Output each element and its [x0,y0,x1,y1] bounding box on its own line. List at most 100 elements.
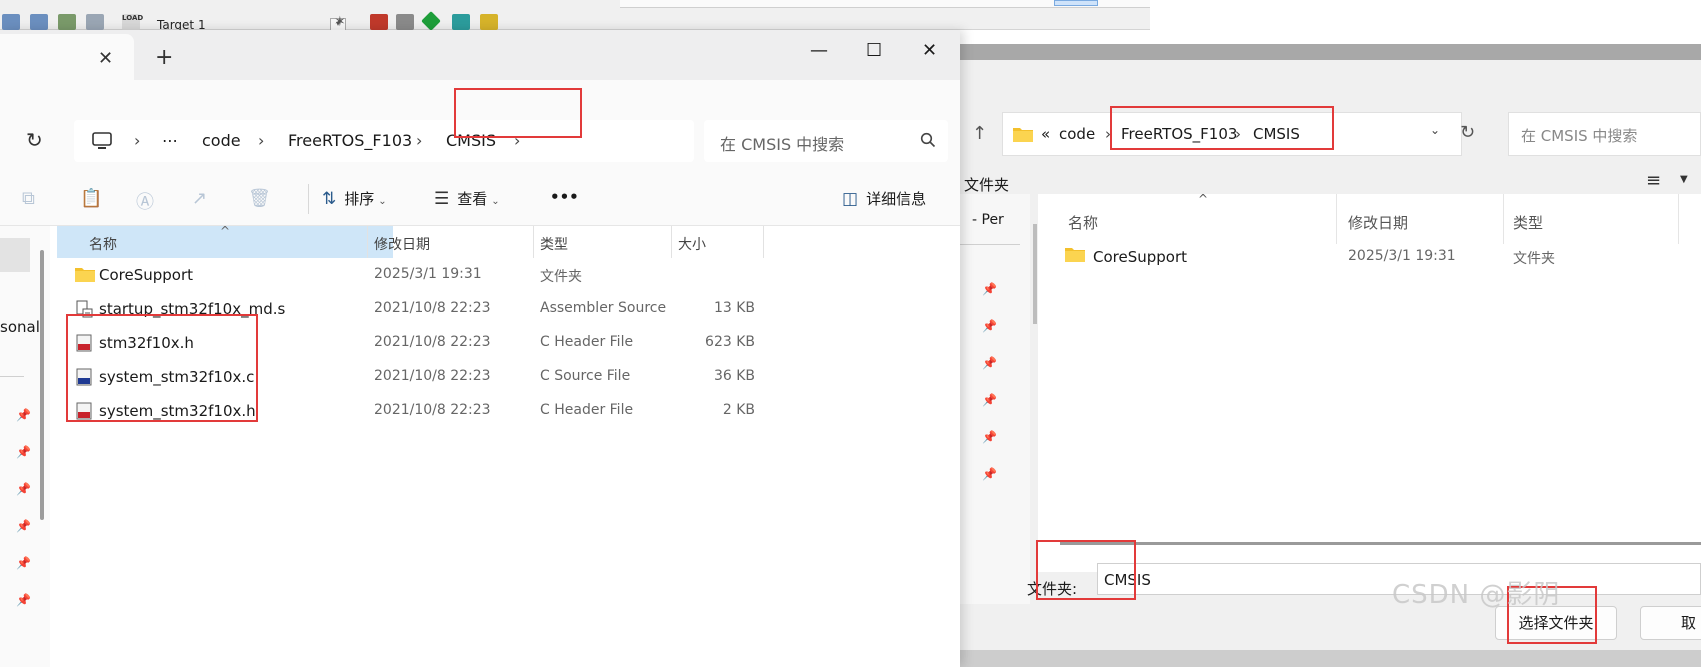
divider [763,226,764,258]
details-pane-button[interactable]: ◫ 详细信息 [842,188,926,209]
column-header-name[interactable]: 名称 [1068,212,1098,233]
pin-icon: 📌 [16,408,31,422]
view-label: 查看 [457,190,488,208]
sort-up-icon: ^ [1198,192,1209,206]
explorer-file-list: 名称 ^ ⌄ 修改日期 类型 大小 CoreSupport 2025/3/1 1… [57,224,960,667]
minimize-icon[interactable]: — [810,40,828,61]
crumb-freertos[interactable]: FreeRTOS_F103 [288,131,412,150]
chevron-down-icon[interactable]: ▼ [1680,174,1688,185]
dialog-crumb-code[interactable]: code [1059,125,1095,143]
divider [533,226,534,258]
annotation-box-folder-input [1036,540,1136,600]
file-size: 623 KB [705,334,755,350]
wand-icon[interactable]: ✶ [334,14,352,30]
toolbar-icon[interactable] [480,14,498,30]
search-icon[interactable] [920,132,936,148]
file-type: C Source File [540,368,631,384]
paste-icon[interactable]: 📋 [80,188,102,209]
file-row[interactable]: CoreSupport 2025/3/1 19:31 文件夹 [57,258,821,292]
close-tab-icon[interactable]: ✕ [98,48,113,69]
layers-icon[interactable] [58,14,76,30]
divider [1503,194,1504,244]
chevron-right-icon: › [416,131,423,150]
dialog-nav-pane: - Per 📌 📌 📌 📌 📌 📌 [960,194,1030,604]
explorer-address-bar[interactable]: › ⋯ code › FreeRTOS_F103 › CMSIS › [74,120,694,162]
file-list-header: 名称 ^ ⌄ 修改日期 类型 大小 [57,224,821,258]
diamond-icon[interactable] [421,11,441,31]
more-options-button[interactable]: ••• [550,188,579,206]
dialog-titlebar [960,44,1701,60]
view-button[interactable]: ☰ 查看 ⌄ [434,188,500,209]
toolbar-icon[interactable] [30,14,48,30]
csdn-watermark: CSDN @影阴 [1392,580,1561,610]
pin-icon: 📌 [16,556,31,570]
crumb-code[interactable]: code [202,131,241,150]
load-icon[interactable]: LOAD [122,14,143,30]
explorer-titlebar: ✕ + — ☐ ✕ [0,30,960,80]
pin-icon: 📌 [982,467,997,481]
copy-icon[interactable]: ⧉ [22,188,35,209]
column-header-modified[interactable]: 修改日期 [374,234,430,254]
keil-toolbar: LOAD Target 1 ▾ ✶ [0,0,1150,32]
toolbar-icon[interactable] [86,14,104,30]
nav-item-label[interactable]: sonal [0,318,40,336]
list-item-type: 文件夹 [1513,251,1555,267]
horizontal-scrollbar[interactable] [1060,542,1701,545]
crumb-more[interactable]: ⋯ [162,131,178,150]
cancel-button[interactable]: 取消 [1640,606,1701,640]
annotation-box-dialog-path [1110,106,1334,150]
refresh-icon[interactable]: ↻ [26,128,43,152]
path-prefix[interactable]: « [1041,125,1050,143]
toolbar-icon[interactable] [370,14,388,30]
dialog-search-input[interactable]: 在 CMSIS 中搜索 [1508,112,1701,156]
sort-up-icon: ^ [220,224,231,238]
view-icon: ☰ [434,189,450,209]
refresh-icon[interactable]: ↻ [1460,122,1475,143]
chevron-down-icon[interactable]: ⌄ [1430,123,1440,137]
pin-icon: 📌 [16,445,31,459]
explorer-search-input[interactable]: 在 CMSIS 中搜索 [704,120,948,162]
chevron-down-icon: ⌄ [491,196,500,207]
share-icon[interactable]: ↗ [192,188,207,209]
column-header-name[interactable]: 名称 [89,234,117,254]
dialog-nav-item[interactable]: - Per [972,212,1004,228]
new-folder-button[interactable]: 文件夹 [964,174,1009,195]
chevron-right-icon: › [134,131,141,150]
dialog-nav-scrollbar[interactable] [1033,224,1037,324]
toolbar-icon[interactable] [396,14,414,30]
column-header-type[interactable]: 类型 [1513,212,1543,233]
details-label: 详细信息 [866,190,927,208]
list-item-name: CoreSupport [1093,248,1188,266]
explorer-nav-pane: sonal 📌 📌 📌 📌 📌 📌 [0,226,50,667]
file-size: 36 KB [713,368,755,384]
rename-icon[interactable]: Ⓐ [136,188,154,214]
nav-item-selected[interactable] [0,238,30,272]
sort-button[interactable]: ⇅ 排序 ⌄ [322,188,387,209]
close-icon[interactable]: ✕ [922,40,937,61]
file-size: 2 KB [722,402,755,418]
new-tab-button[interactable]: + [155,47,173,69]
toolbar-icon[interactable] [2,14,20,30]
dialog-bottom-edge [960,650,1701,667]
column-header-type[interactable]: 类型 [540,234,568,254]
computer-icon[interactable] [92,132,112,150]
pin-icon: 📌 [982,430,997,444]
explorer-search-placeholder: 在 CMSIS 中搜索 [720,135,845,154]
up-arrow-icon[interactable]: ↑ [972,123,987,144]
toolbar-icon[interactable] [452,14,470,30]
column-header-size[interactable]: 大小 [678,234,706,254]
view-menu-icon[interactable]: ≡ [1646,170,1661,191]
annotation-box-files [66,314,258,422]
column-header-modified[interactable]: 修改日期 [1348,212,1408,233]
dialog-file-list: 名称 ^ 修改日期 类型 CoreSupport 2025/3/1 19:31 … [1038,192,1701,572]
pin-icon: 📌 [982,282,997,296]
delete-icon[interactable]: 🗑 [248,188,271,209]
pin-icon: 📌 [982,393,997,407]
explorer-tab[interactable]: ✕ [0,34,134,80]
folder-icon [75,268,95,282]
explorer-command-bar: ⧉ 📋 Ⓐ ↗ 🗑 ⇅ 排序 ⌄ ☰ 查看 ⌄ ••• ◫ 详细信息 [0,170,960,226]
pin-icon: 📌 [982,356,997,370]
nav-scrollbar[interactable] [40,250,44,520]
list-item[interactable]: CoreSupport 2025/3/1 19:31 文件夹 [1038,242,1701,272]
maximize-icon[interactable]: ☐ [866,40,882,61]
